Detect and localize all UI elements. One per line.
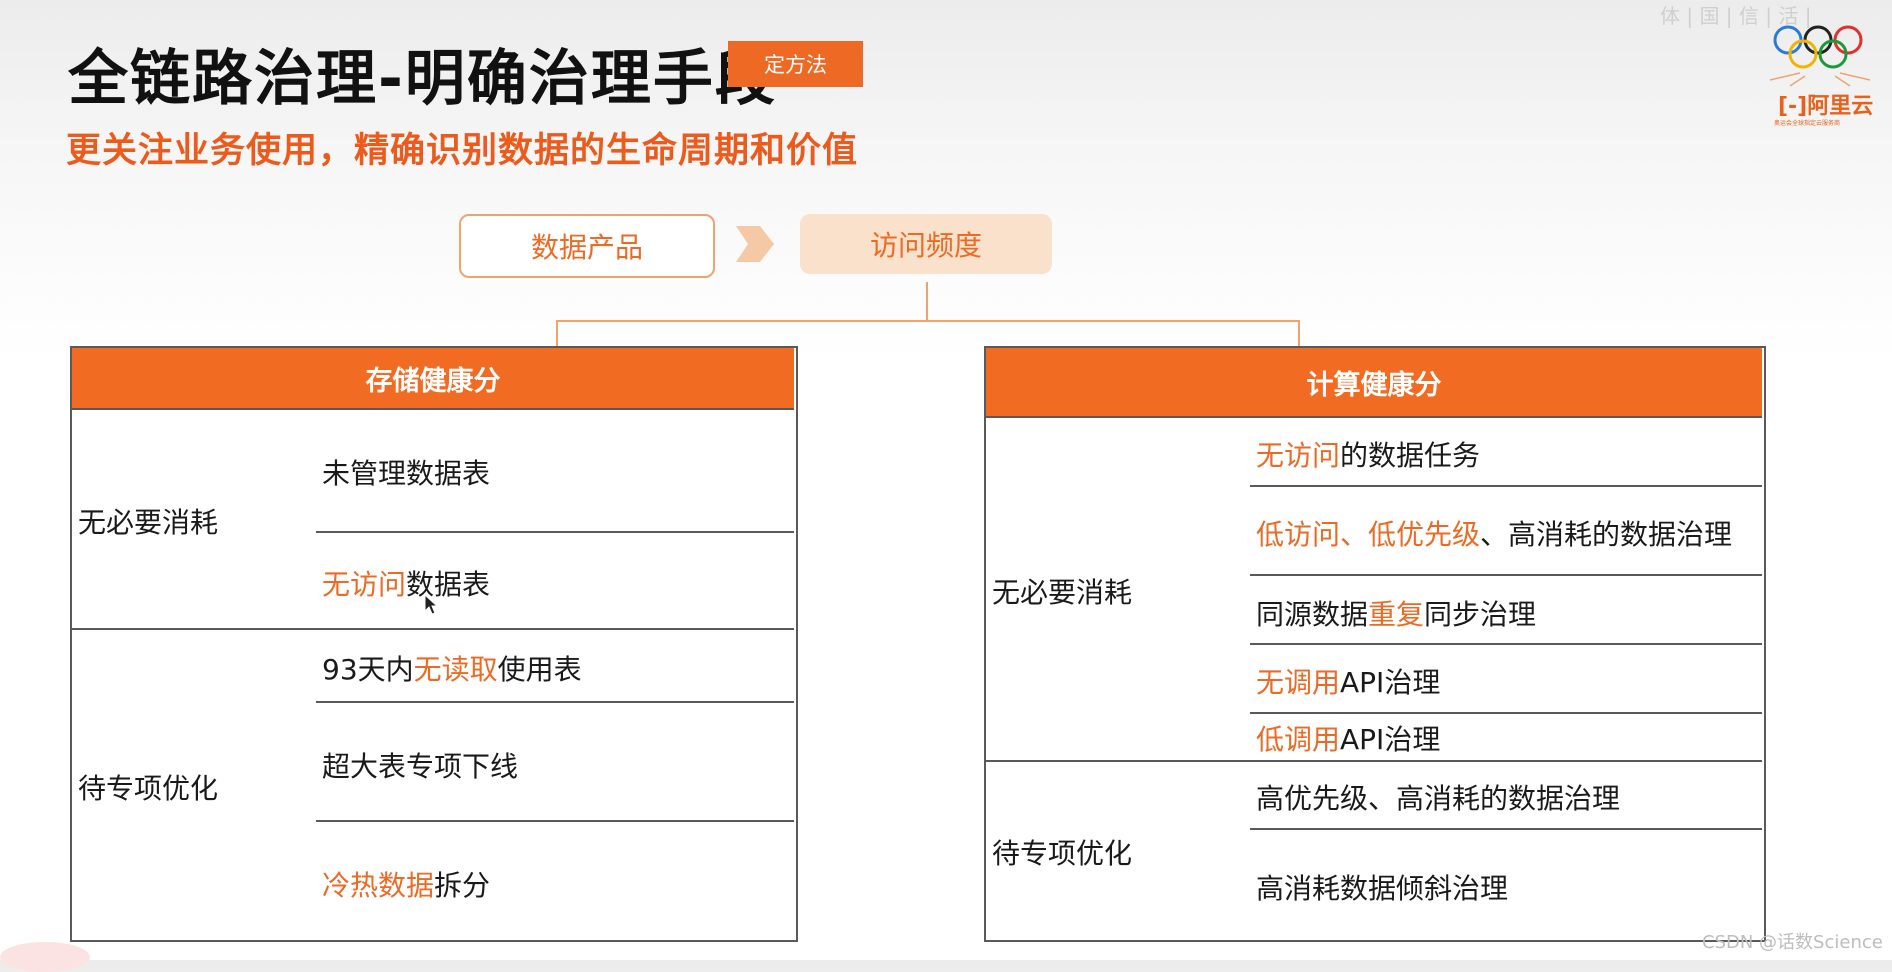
compute-item: 低调用API治理 — [1256, 723, 1441, 756]
storage-category-pending: 待专项优化 — [78, 772, 219, 805]
flow-box-access-frequency: 访问频度 — [800, 214, 1052, 274]
compute-category-pending: 待专项优化 — [992, 837, 1133, 870]
storage-item: 无访问数据表 — [322, 568, 491, 601]
csdn-watermark: CSDN @话数Science — [1702, 932, 1883, 953]
decorative-blob — [0, 942, 90, 972]
logo-text: [-]阿里云 — [1778, 94, 1874, 119]
compute-item: 同源数据重复同步治理 — [1256, 598, 1537, 631]
storage-item: 冷热数据拆分 — [322, 869, 491, 902]
logo-subtext: 奥运会全球指定云服务商 — [1774, 120, 1841, 127]
row-divider — [1250, 574, 1762, 576]
storage-item: 93天内无读取使用表 — [322, 653, 582, 686]
row-divider — [316, 531, 794, 533]
compute-item: 无调用API治理 — [1256, 666, 1441, 699]
storage-item: 未管理数据表 — [322, 457, 491, 490]
storage-health-header: 存储健康分 — [72, 348, 794, 410]
row-divider — [1250, 828, 1762, 830]
mouse-cursor-icon — [424, 594, 439, 615]
connector-vertical — [926, 282, 928, 320]
connector-horizontal — [556, 320, 1300, 322]
aliyun-logo: [-]阿里云 奥运会全球指定云服务商 — [1760, 18, 1880, 128]
storage-health-panel — [70, 346, 798, 942]
compute-item: 低访问、低优先级、高消耗的数据治理 — [1256, 518, 1733, 551]
group-divider — [72, 628, 794, 630]
page-subtitle: 更关注业务使用，精确识别数据的生命周期和价值 — [66, 131, 859, 171]
olympic-rings-icon — [1769, 25, 1871, 87]
row-divider — [316, 701, 794, 703]
connector-left-drop — [556, 320, 558, 346]
flow-box-data-product: 数据产品 — [459, 214, 715, 278]
compute-category-unnecessary: 无必要消耗 — [992, 576, 1133, 609]
connector-right-drop — [1298, 320, 1300, 346]
storage-category-unnecessary: 无必要消耗 — [78, 506, 219, 539]
compute-health-header: 计算健康分 — [986, 348, 1762, 418]
arrow-right-icon — [736, 226, 774, 262]
aliyun-bracket-icon: [-] — [1778, 94, 1808, 119]
row-divider — [1250, 643, 1762, 645]
storage-item: 超大表专项下线 — [322, 750, 519, 783]
row-divider — [1250, 712, 1762, 714]
compute-item: 无访问的数据任务 — [1256, 439, 1481, 472]
page-title: 全链路治理-明确治理手段 — [68, 44, 777, 114]
row-divider — [1250, 485, 1762, 487]
compute-item: 高消耗数据倾斜治理 — [1256, 872, 1509, 905]
group-divider — [986, 760, 1762, 762]
compute-item: 高优先级、高消耗的数据治理 — [1256, 782, 1621, 815]
row-divider — [316, 820, 794, 822]
method-tag: 定方法 — [728, 41, 863, 87]
